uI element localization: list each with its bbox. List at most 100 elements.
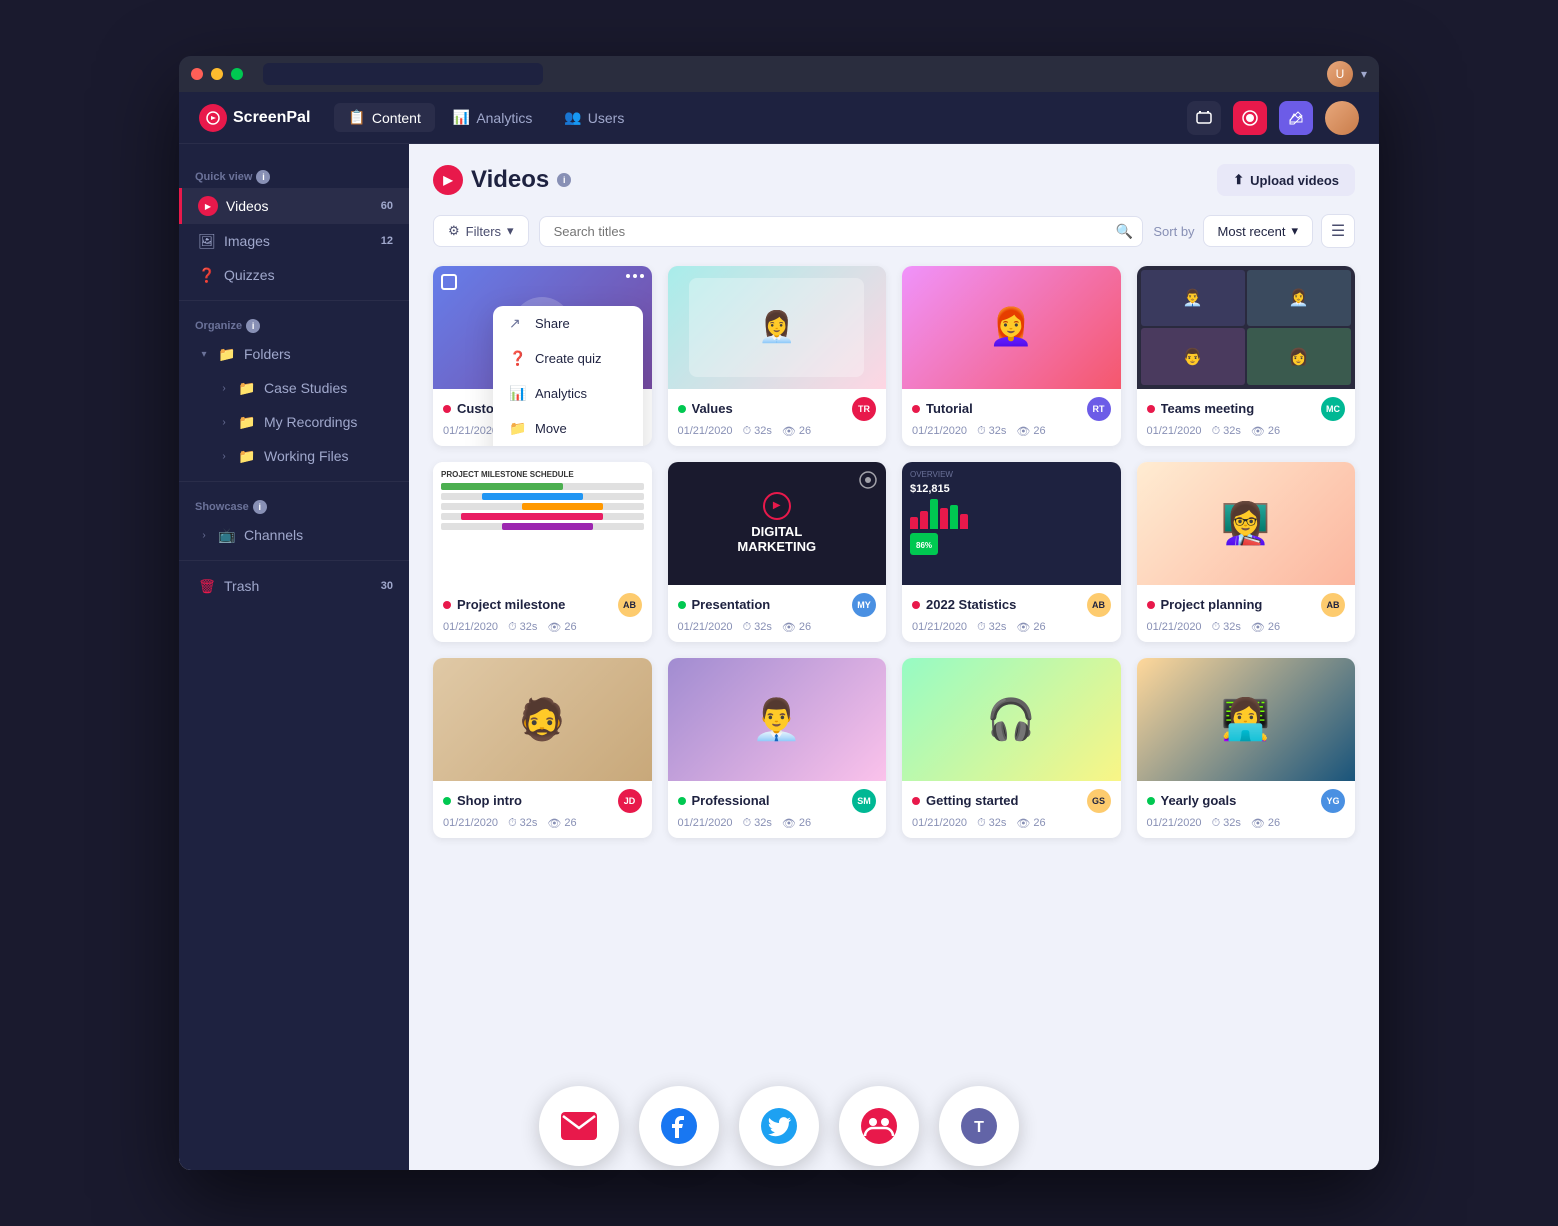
video-name-tutorial: Tutorial [926, 401, 973, 416]
case-studies-label: Case Studies [264, 380, 347, 396]
address-bar[interactable] [263, 63, 543, 85]
context-menu-analytics[interactable]: 📊 Analytics [493, 376, 643, 411]
filters-button[interactable]: ⚙ Filters ▾ [433, 215, 529, 247]
status-dot-customer-rev [443, 405, 451, 413]
video-name-presentation: Presentation [692, 597, 771, 612]
analytics-icon: 📊 [453, 109, 470, 126]
nav-users[interactable]: 👥 Users [550, 103, 638, 132]
sidebar-item-videos[interactable]: ▶ Videos 60 [179, 188, 409, 224]
group-share-button[interactable] [839, 1086, 919, 1166]
facebook-share-button[interactable] [639, 1086, 719, 1166]
video-card-project-planning[interactable]: 👩‍🏫 Project planning AB 01/21/2020 ⏱ 32s [1137, 462, 1356, 642]
list-view-button[interactable]: ☰ [1321, 214, 1355, 248]
minimize-dot[interactable] [211, 68, 223, 80]
browser-avatar[interactable]: U [1327, 61, 1353, 87]
sort-value: Most recent [1218, 224, 1286, 239]
video-card-values[interactable]: 👩‍💼 Values TR 01/21/2020 ⏱ 32s 👁 26 [668, 266, 887, 446]
case-studies-chevron: › [218, 382, 230, 394]
analytics-cm-icon: 📊 [509, 385, 525, 402]
video-info-values: Values TR 01/21/2020 ⏱ 32s 👁 26 [668, 389, 887, 446]
sort-select[interactable]: Most recent ▾ [1203, 215, 1313, 247]
video-avatar-project-milestone: AB [618, 593, 642, 617]
context-menu-share[interactable]: ↗ Share [493, 306, 643, 341]
quick-view-label: Quick view i [179, 160, 409, 188]
teams-share-button[interactable]: T [939, 1086, 1019, 1166]
videos-label: Videos [226, 198, 269, 214]
sidebar-item-my-recordings[interactable]: › 📁 My Recordings [179, 405, 409, 439]
nav-analytics[interactable]: 📊 Analytics [439, 103, 546, 132]
upload-button[interactable]: ⬆ Upload videos [1217, 164, 1355, 196]
video-card-yearly-goals[interactable]: 👩‍💻 Yearly goals YG 01/21/2020 ⏱ 32s 👁 [1137, 658, 1356, 838]
video-avatar-professional: SM [852, 789, 876, 813]
working-files-chevron: › [218, 450, 230, 462]
video-card-tutorial[interactable]: 👩‍🦰 Tutorial RT 01/21/2020 ⏱ 32s 👁 26 [902, 266, 1121, 446]
status-dot-tutorial [912, 405, 920, 413]
search-input[interactable] [539, 216, 1144, 247]
nav-content[interactable]: 📋 Content [334, 103, 434, 132]
video-card-teams[interactable]: 👨‍💼 👩‍💼 👨 👩 Teams meeting MC [1137, 266, 1356, 446]
users-icon: 👥 [564, 109, 581, 126]
user-avatar[interactable] [1325, 101, 1359, 135]
sidebar-item-folders[interactable]: ▾ 📁 Folders [179, 337, 409, 371]
webcam-record-button[interactable] [1233, 101, 1267, 135]
video-card-shop-owner[interactable]: 🧔 Shop intro JD 01/21/2020 ⏱ 32s 👁 26 [433, 658, 652, 838]
sidebar-item-case-studies[interactable]: › 📁 Case Studies [179, 371, 409, 405]
sidebar-item-trash[interactable]: 🗑 Trash 30 [179, 569, 409, 603]
analytics-cm-label: Analytics [535, 386, 587, 401]
context-menu-create-quiz[interactable]: ❓ Create quiz [493, 341, 643, 376]
sidebar-divider-1 [179, 300, 409, 301]
quizzes-icon: ❓ [198, 266, 216, 284]
context-menu-move[interactable]: 📁 Move [493, 411, 643, 446]
video-card-getting-started[interactable]: 🎧 Getting started GS 01/21/2020 ⏱ 32s 👁 [902, 658, 1121, 838]
close-dot[interactable] [191, 68, 203, 80]
case-studies-icon: 📁 [238, 379, 256, 397]
status-dot-getting-started [912, 797, 920, 805]
video-meta-presentation: 01/21/2020 ⏱ 32s 👁 26 [678, 621, 877, 634]
email-share-button[interactable] [539, 1086, 619, 1166]
my-recordings-label: My Recordings [264, 414, 357, 430]
sidebar-item-images[interactable]: 🖼 Images 12 [179, 224, 409, 258]
folders-label: Folders [244, 346, 291, 362]
move-label: Move [535, 421, 567, 436]
video-thumb-project-planning: 👩‍🏫 [1137, 462, 1356, 585]
editor-button[interactable] [1279, 101, 1313, 135]
sidebar-item-channels[interactable]: › 📺 Channels [179, 518, 409, 552]
filters-label: Filters [466, 224, 501, 239]
header-nav: 📋 Content 📊 Analytics 👥 Users [334, 103, 638, 132]
share-label: Share [535, 316, 570, 331]
app-header: ScreenPal 📋 Content 📊 Analytics 👥 Users [179, 92, 1379, 144]
browser-right-icons: U ▾ [1327, 61, 1367, 87]
video-card-presentation[interactable]: ▶ DIGITALMARKETING Presentation MY [668, 462, 887, 642]
list-view-icon: ☰ [1331, 221, 1345, 241]
card-dots-menu[interactable] [626, 274, 644, 278]
my-recordings-chevron: › [218, 416, 230, 428]
screen-record-button[interactable] [1187, 101, 1221, 135]
video-card-project-milestone[interactable]: PROJECT MILESTONE SCHEDULE [433, 462, 652, 642]
video-thumb-project-milestone: PROJECT MILESTONE SCHEDULE [433, 462, 652, 585]
upload-icon: ⬆ [1233, 172, 1244, 188]
content-header: ▶ Videos i ⬆ Upload videos [433, 164, 1355, 196]
video-info-shop-owner: Shop intro JD 01/21/2020 ⏱ 32s 👁 26 [433, 781, 652, 838]
video-meta-project-planning: 01/21/2020 ⏱ 32s 👁 26 [1147, 621, 1346, 634]
video-info-project-planning: Project planning AB 01/21/2020 ⏱ 32s 👁 2… [1137, 585, 1356, 642]
card-checkbox[interactable] [441, 274, 457, 290]
create-quiz-label: Create quiz [535, 351, 601, 366]
video-card-statistics[interactable]: OVERVIEW $12,815 86% [902, 462, 1121, 642]
maximize-dot[interactable] [231, 68, 243, 80]
showcase-info: i [253, 500, 267, 514]
video-info-getting-started: Getting started GS 01/21/2020 ⏱ 32s 👁 26 [902, 781, 1121, 838]
video-info-teams: Teams meeting MC 01/21/2020 ⏱ 32s 👁 26 [1137, 389, 1356, 446]
sidebar-divider-3 [179, 560, 409, 561]
status-dot-statistics [912, 601, 920, 609]
video-card-customer-rev[interactable]: 👩 ▶ ✏ ↗ [433, 266, 652, 446]
sidebar-item-working-files[interactable]: › 📁 Working Files [179, 439, 409, 473]
logo-text: ScreenPal [233, 109, 310, 127]
working-files-icon: 📁 [238, 447, 256, 465]
video-card-professional[interactable]: 👨‍💼 Professional SM 01/21/2020 ⏱ 32s 👁 [668, 658, 887, 838]
filter-icon: ⚙ [448, 223, 460, 239]
video-avatar-yearly-goals: YG [1321, 789, 1345, 813]
logo[interactable]: ScreenPal [199, 104, 310, 132]
sidebar-item-quizzes[interactable]: ❓ Quizzes [179, 258, 409, 292]
video-info-professional: Professional SM 01/21/2020 ⏱ 32s 👁 26 [668, 781, 887, 838]
twitter-share-button[interactable] [739, 1086, 819, 1166]
